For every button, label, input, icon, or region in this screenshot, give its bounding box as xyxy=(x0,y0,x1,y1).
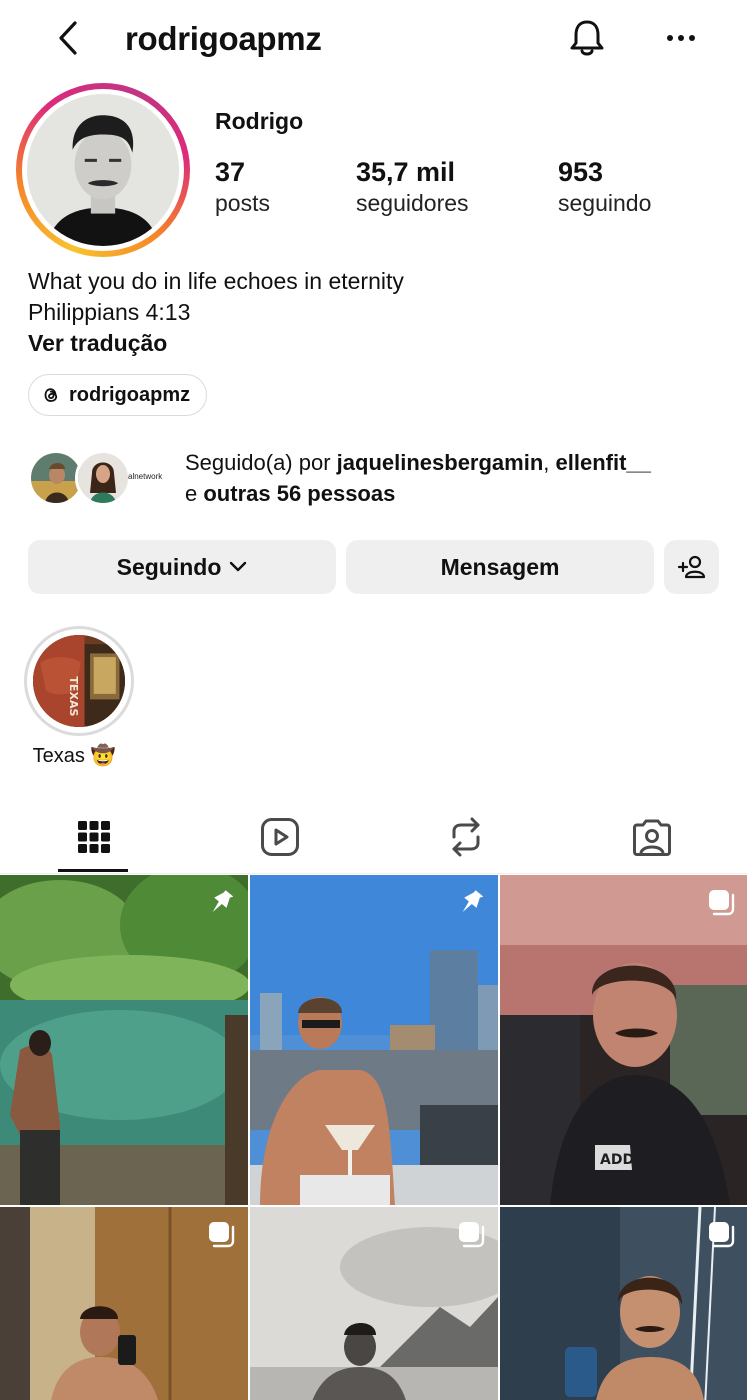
tab-grid[interactable] xyxy=(0,800,187,874)
carousel-icon xyxy=(709,890,735,916)
suggest-users-button[interactable] xyxy=(664,540,719,594)
carousel-icon xyxy=(209,1222,235,1248)
message-label: Mensagem xyxy=(440,553,560,580)
back-button[interactable] xyxy=(48,18,88,58)
posts-stat[interactable]: 37 posts xyxy=(215,157,270,217)
post-thumbnail[interactable]: ADDB xyxy=(500,875,747,1205)
followed-by-text: Seguido(a) por jaquelinesbergamin, ellen… xyxy=(185,450,651,506)
post-thumbnail[interactable] xyxy=(500,1207,747,1400)
bell-icon xyxy=(570,20,604,56)
followers-count: 35,7 mil xyxy=(356,157,456,187)
more-options-button[interactable] xyxy=(660,20,702,56)
other-followers-link[interactable]: outras 56 pessoas xyxy=(203,481,395,506)
highlight-label: Texas 🤠 xyxy=(32,745,116,767)
story-highlight[interactable]: TEXAS Texas 🤠 xyxy=(24,626,134,767)
follower-link[interactable]: jaquelinesbergamin xyxy=(337,450,544,475)
follower-link[interactable]: ellenfit__ xyxy=(556,450,651,475)
tab-reposts[interactable] xyxy=(372,800,559,874)
threads-link[interactable]: rodrigoapmz xyxy=(28,374,208,416)
notifications-button[interactable] xyxy=(566,17,608,59)
see-translation-link[interactable]: Ver tradução xyxy=(28,328,404,359)
more-icon xyxy=(667,35,695,41)
posts-label: posts xyxy=(215,190,270,216)
reels-icon xyxy=(260,818,299,856)
following-count: 953 xyxy=(558,157,604,187)
carousel-icon xyxy=(459,1222,485,1248)
highlight-cover-text: TEXAS xyxy=(67,676,80,716)
post-thumbnail[interactable] xyxy=(250,1207,498,1400)
mutual-followers[interactable]: alnetwork Seguido(a) por jaquelinesberga… xyxy=(28,446,728,510)
threads-icon xyxy=(44,388,58,402)
bio-line: What you do in life echoes in eternity xyxy=(28,268,404,294)
mutual-follower-avatar xyxy=(75,450,131,506)
message-button[interactable]: Mensagem xyxy=(346,540,654,594)
threads-handle: rodrigoapmz xyxy=(69,383,191,406)
posts-count: 37 xyxy=(215,157,246,187)
post-thumbnail[interactable] xyxy=(0,875,248,1205)
following-stat[interactable]: 953 seguindo xyxy=(558,157,651,217)
followers-label: seguidores xyxy=(356,190,469,216)
story-ring[interactable] xyxy=(16,83,190,257)
chevron-down-icon xyxy=(230,561,247,572)
repost-icon xyxy=(452,817,479,857)
top-bar: rodrigoapmz xyxy=(0,0,747,80)
active-tab-indicator xyxy=(58,869,128,872)
following-button[interactable]: Seguindo xyxy=(28,540,336,594)
pin-icon xyxy=(462,890,484,912)
following-label: Seguindo xyxy=(116,553,222,580)
carousel-icon xyxy=(709,1222,735,1248)
display-name: Rodrigo xyxy=(215,108,304,134)
tab-reels[interactable] xyxy=(186,800,373,874)
profile-tabs xyxy=(0,800,747,874)
pin-icon xyxy=(212,890,234,912)
followers-stat[interactable]: 35,7 mil seguidores xyxy=(356,157,469,217)
post-thumbnail[interactable] xyxy=(0,1207,248,1400)
bio-line: Philippians 4:13 xyxy=(28,299,191,325)
grid-icon xyxy=(77,821,110,853)
add-user-icon xyxy=(677,555,705,579)
highlight-ring[interactable]: TEXAS xyxy=(24,626,134,736)
highlight-cover: TEXAS xyxy=(33,635,125,727)
post-thumbnail[interactable] xyxy=(250,875,498,1205)
page-title: rodrigoapmz xyxy=(125,20,322,57)
bio: What you do in life echoes in eternity P… xyxy=(28,266,404,359)
avatar xyxy=(27,94,179,246)
mini-avatar-caption: alnetwork xyxy=(128,472,163,481)
tagged-icon xyxy=(632,819,671,856)
following-label: seguindo xyxy=(558,190,652,216)
post-image-text: ADDB xyxy=(600,1152,645,1168)
chevron-left-icon xyxy=(59,21,77,55)
tab-tagged[interactable] xyxy=(558,800,745,874)
